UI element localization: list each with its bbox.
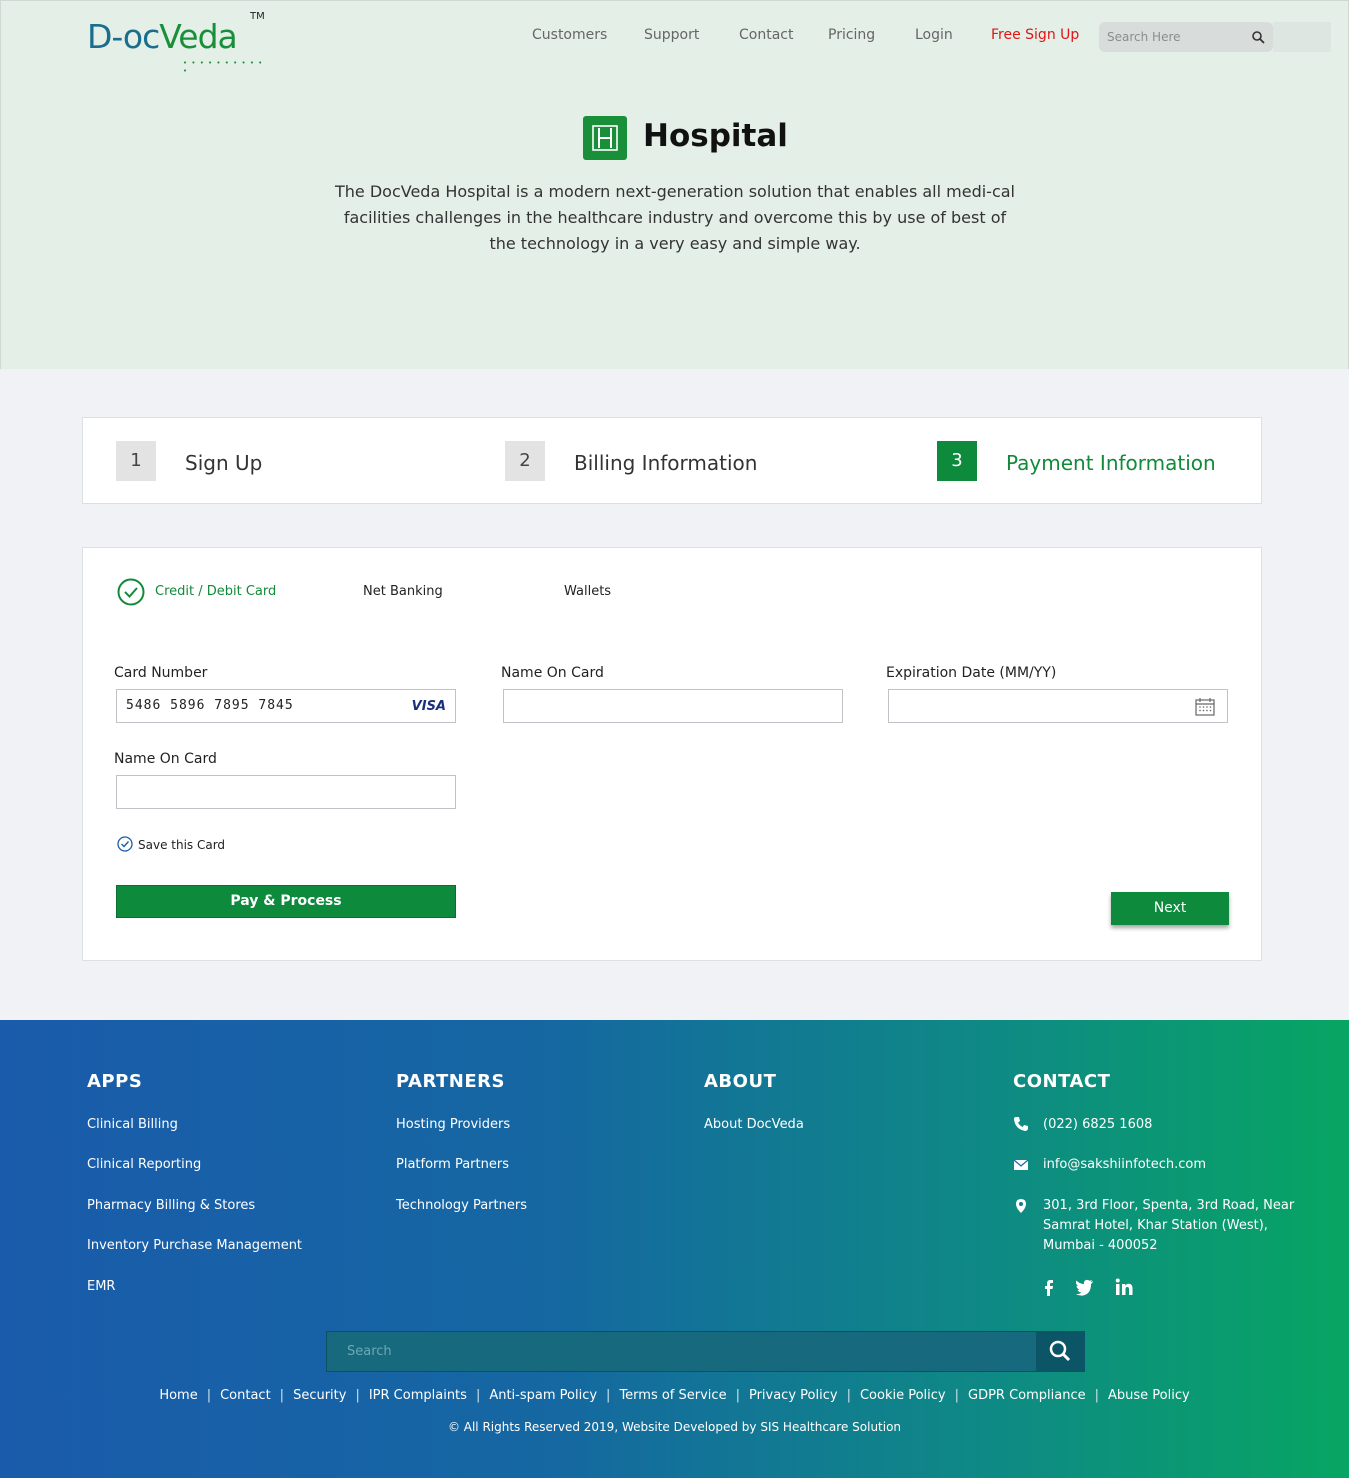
contact-phone[interactable]: (022) 6825 1608 (1043, 1117, 1152, 1132)
step-number-1: 1 (116, 441, 156, 481)
payment-panel: Credit / Debit Card Net Banking Wallets … (82, 547, 1262, 961)
footer-nav-privacy[interactable]: Privacy Policy (749, 1388, 838, 1403)
footer-nav-security[interactable]: Security (293, 1388, 346, 1403)
footer-partners-title: PARTNERS (396, 1071, 505, 1092)
footer-nav-abuse[interactable]: Abuse Policy (1108, 1388, 1190, 1403)
footer-link-clinical-billing[interactable]: Clinical Billing (87, 1117, 178, 1132)
hospital-icon (583, 116, 627, 160)
logo-dots: • • • • • • • • • • • (183, 59, 264, 75)
footer-nav-terms[interactable]: Terms of Service (619, 1388, 726, 1403)
footer-nav-home[interactable]: Home (159, 1388, 197, 1403)
facebook-icon[interactable] (1038, 1276, 1060, 1298)
contact-address-line-1: 301, 3rd Floor, Spenta, 3rd Road, Near (1043, 1198, 1295, 1213)
search-icon (1049, 1340, 1071, 1362)
footer-link-platform[interactable]: Platform Partners (396, 1157, 509, 1172)
step-label-billing[interactable]: Billing Information (574, 451, 757, 475)
tab-credit-debit-card[interactable]: Credit / Debit Card (155, 584, 276, 599)
footer-link-about[interactable]: About DocVeda (704, 1117, 804, 1132)
trademark-mark: TM (250, 11, 265, 22)
footer-contact-title: CONTACT (1013, 1071, 1111, 1092)
card-number-label: Card Number (114, 665, 208, 681)
footer-search-input[interactable]: Search (326, 1331, 1085, 1372)
nav-login[interactable]: Login (915, 27, 953, 43)
contact-address-line-2: Samrat Hotel, Khar Station (West), (1043, 1218, 1268, 1233)
footer-nav-gdpr[interactable]: GDPR Compliance (968, 1388, 1086, 1403)
footer-search-placeholder: Search (347, 1344, 392, 1359)
nav-support[interactable]: Support (644, 27, 699, 43)
visa-icon: VISA (411, 699, 446, 714)
footer-link-emr[interactable]: EMR (87, 1279, 115, 1294)
expiration-date-input[interactable] (888, 689, 1228, 723)
footer-link-inventory[interactable]: Inventory Purchase Management (87, 1238, 302, 1253)
step-label-signup[interactable]: Sign Up (185, 451, 262, 475)
email-icon (1013, 1159, 1029, 1170)
location-pin-icon (1016, 1199, 1026, 1213)
calendar-icon[interactable] (1195, 697, 1215, 716)
nav-pricing[interactable]: Pricing (828, 27, 875, 43)
footer-nav-ipr[interactable]: IPR Complaints (369, 1388, 467, 1403)
name-on-card-input[interactable] (503, 689, 843, 723)
save-card-check-icon[interactable] (117, 836, 133, 852)
copyright: © All Rights Reserved 2019, Website Deve… (447, 1420, 902, 1434)
footer-link-technology[interactable]: Technology Partners (396, 1198, 527, 1213)
footer-apps-title: APPS (87, 1071, 143, 1092)
search-placeholder: Search Here (1107, 30, 1181, 44)
step-number-3: 3 (937, 441, 977, 481)
tab-wallets[interactable]: Wallets (564, 584, 611, 599)
expiration-date-label: Expiration Date (MM/YY) (886, 665, 1057, 681)
footer-search-button[interactable] (1036, 1331, 1085, 1372)
contact-email[interactable]: info@sakshiinfotech.com (1043, 1157, 1206, 1172)
name-on-card-2-input[interactable] (116, 775, 456, 809)
save-card-label[interactable]: Save this Card (138, 838, 225, 852)
site-footer: APPS Clinical Billing Clinical Reporting… (0, 1020, 1349, 1478)
search-icon[interactable] (1251, 30, 1265, 44)
page-title: Hospital (643, 118, 788, 154)
hero-section: D-ocVeda TM • • • • • • • • • • • Custom… (0, 0, 1349, 369)
card-number-value: 5486 5896 7895 7845 (126, 698, 294, 713)
step-number-2: 2 (505, 441, 545, 481)
search-extension (1273, 22, 1331, 52)
footer-nav-contact[interactable]: Contact (220, 1388, 271, 1403)
footer-about-title: ABOUT (704, 1071, 777, 1092)
nav-customers[interactable]: Customers (532, 27, 607, 43)
pay-process-button[interactable]: Pay & Process (116, 885, 456, 918)
hero-description: The DocVeda Hospital is a modern next-ge… (335, 182, 1015, 253)
nav-contact[interactable]: Contact (739, 27, 793, 43)
footer-link-hosting[interactable]: Hosting Providers (396, 1117, 510, 1132)
name-on-card-2-label: Name On Card (114, 751, 217, 767)
header-search-input[interactable]: Search Here (1099, 22, 1273, 52)
check-circle-icon (117, 578, 145, 606)
footer-nav-antispam[interactable]: Anti-spam Policy (489, 1388, 597, 1403)
card-number-input[interactable]: 5486 5896 7895 7845 VISA (116, 689, 456, 723)
footer-link-pharmacy-billing[interactable]: Pharmacy Billing & Stores (87, 1198, 255, 1213)
footer-link-clinical-reporting[interactable]: Clinical Reporting (87, 1157, 201, 1172)
phone-icon (1014, 1117, 1028, 1131)
twitter-icon[interactable] (1073, 1276, 1095, 1298)
progress-steps: 1 Sign Up 2 Billing Information 3 Paymen… (82, 417, 1262, 504)
linkedin-icon[interactable] (1113, 1276, 1135, 1298)
name-on-card-label: Name On Card (501, 665, 604, 681)
contact-address-line-3: Mumbai - 400052 (1043, 1238, 1158, 1253)
footer-nav-cookie[interactable]: Cookie Policy (860, 1388, 946, 1403)
step-label-payment[interactable]: Payment Information (1006, 451, 1216, 475)
next-button[interactable]: Next (1111, 892, 1229, 925)
tab-net-banking[interactable]: Net Banking (363, 584, 443, 599)
footer-nav: Home | Contact | Security | IPR Complaints | Ant… (159, 1388, 1190, 1403)
nav-free-signup[interactable]: Free Sign Up (991, 27, 1079, 43)
